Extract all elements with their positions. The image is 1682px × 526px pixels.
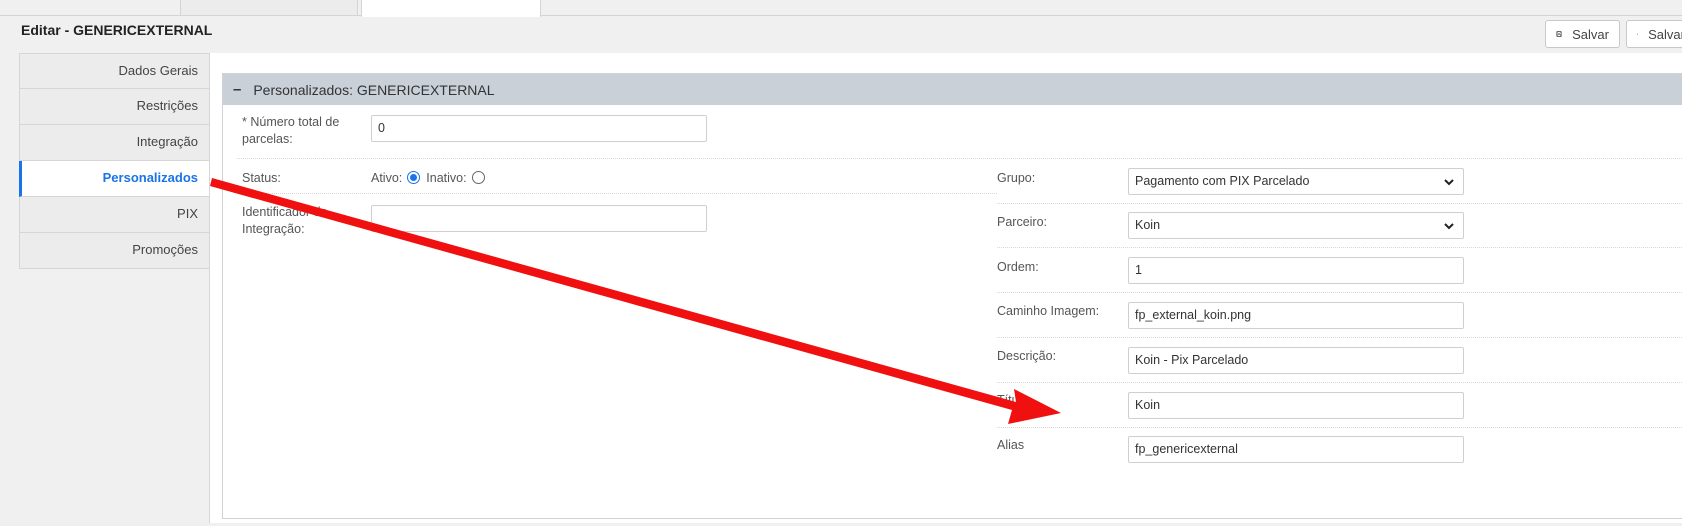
grupo-select[interactable]: Pagamento com PIX Parcelado: [1128, 168, 1464, 195]
save-icon: [1637, 33, 1639, 35]
status-inativo-radio[interactable]: [471, 171, 485, 184]
row-divider: [997, 337, 1682, 338]
save-button[interactable]: Salvar: [1545, 20, 1620, 48]
top-tab-1[interactable]: [180, 0, 358, 16]
caminho-imagem-input[interactable]: fp_external_koin.png: [1128, 302, 1464, 329]
titulo-input[interactable]: Koin: [1128, 392, 1464, 419]
sidebar-item-personalizados[interactable]: Personalizados: [19, 161, 210, 197]
parceiro-select[interactable]: Koin: [1128, 212, 1464, 239]
save-and-close-label: Salvar: [1648, 26, 1682, 42]
identificador-input[interactable]: [371, 205, 707, 232]
titulo-label: Título: [997, 393, 1029, 407]
sidebar-item-restricoes[interactable]: Restrições: [19, 89, 210, 125]
main-panel: – Personalizados: GENERICEXTERNAL * Núme…: [209, 53, 1682, 523]
sidebar-nav: Dados Gerais Restrições Integração Perso…: [19, 53, 210, 269]
row-divider: [237, 193, 997, 194]
save-and-close-button[interactable]: Salvar: [1626, 20, 1682, 48]
grupo-select-value: Pagamento com PIX Parcelado: [1135, 174, 1310, 188]
chevron-down-icon: [1444, 179, 1454, 186]
status-ativo-label: Ativo:: [371, 171, 403, 185]
sidebar-item-dados-gerais[interactable]: Dados Gerais: [19, 53, 210, 89]
sidebar-item-integracao[interactable]: Integração: [19, 125, 210, 161]
descricao-input[interactable]: Koin - Pix Parcelado: [1128, 347, 1464, 374]
row-divider: [997, 292, 1682, 293]
top-tab-strip: [0, 0, 1682, 17]
status-inativo-label: Inativo:: [426, 171, 467, 185]
section-card: – Personalizados: GENERICEXTERNAL * Núme…: [222, 73, 1682, 519]
section-header[interactable]: – Personalizados: GENERICEXTERNAL: [223, 74, 1682, 105]
status-label: Status:: [242, 171, 281, 185]
collapse-toggle[interactable]: –: [233, 81, 241, 98]
sidebar-item-pix[interactable]: PIX: [19, 197, 210, 233]
parcelas-label: * Número total de parcelas:: [242, 115, 340, 146]
row-divider: [997, 382, 1682, 383]
row-divider: [997, 427, 1682, 428]
ordem-label: Ordem:: [997, 260, 1039, 274]
row-divider: [997, 247, 1682, 248]
page-title: Editar - GENERICEXTERNAL: [21, 22, 213, 38]
identificador-label: Identificador de Integração:: [242, 205, 328, 236]
chevron-down-icon: [1444, 223, 1454, 230]
sidebar-item-promocoes[interactable]: Promoções: [19, 233, 210, 269]
caminho-imagem-label: Caminho Imagem:: [997, 304, 1100, 318]
top-tab-2-active[interactable]: [361, 0, 541, 17]
parceiro-select-value: Koin: [1135, 218, 1161, 232]
parcelas-input[interactable]: 0: [371, 115, 707, 142]
descricao-label: Descrição:: [997, 349, 1057, 363]
row-divider: [997, 203, 1682, 204]
alias-label: Alias: [997, 438, 1025, 452]
grupo-label: Grupo:: [997, 171, 1036, 185]
save-button-label: Salvar: [1572, 26, 1609, 42]
save-icon: [1556, 31, 1562, 37]
alias-input[interactable]: fp_genericexternal: [1128, 436, 1464, 463]
row-divider: [237, 158, 1682, 159]
parceiro-label: Parceiro:: [997, 215, 1048, 229]
ordem-input[interactable]: 1: [1128, 257, 1464, 284]
section-title: Personalizados: GENERICEXTERNAL: [253, 81, 495, 98]
status-radio-group: Ativo: Inativo:: [371, 170, 491, 187]
status-ativo-radio[interactable]: [407, 171, 421, 184]
